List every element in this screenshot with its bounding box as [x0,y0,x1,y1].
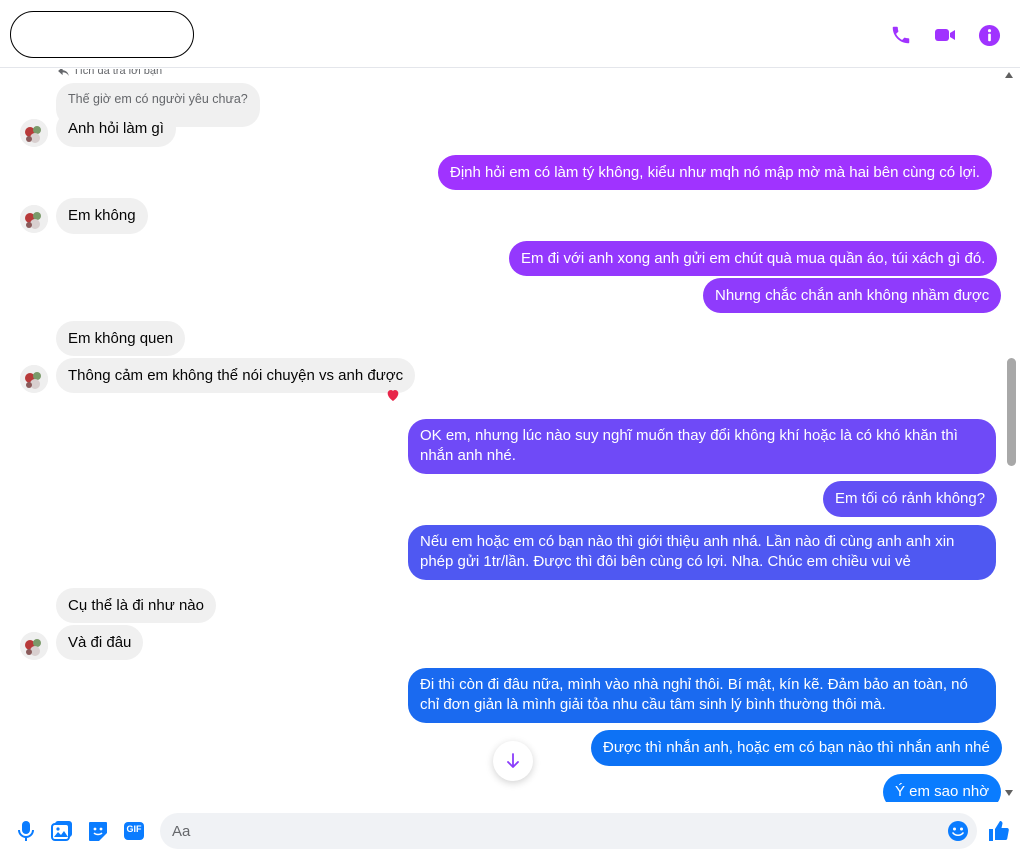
message-bubble-incoming[interactable]: Em không [56,198,148,234]
gif-icon[interactable]: GIF [123,820,145,842]
gif-label: GIF [126,824,142,834]
reply-arrow-icon [58,69,69,76]
scroll-to-bottom-button[interactable] [493,741,533,781]
message-bubble-incoming[interactable]: Em không quen [56,321,186,356]
avatar[interactable] [20,365,48,393]
image-icon[interactable] [51,820,73,842]
heart-reaction-icon[interactable] [385,387,401,403]
message-bubble-incoming[interactable]: Thông cảm em không thể nói chuyện vs anh… [56,358,416,393]
avatar[interactable] [20,205,48,233]
message-list[interactable]: Tích đã trả lời bạn Thế giờ em có người … [0,69,1004,802]
message-input-container[interactable] [160,813,977,849]
arrow-down-icon [507,753,519,768]
scroll-up-arrow-icon[interactable] [1005,72,1013,78]
microphone-icon[interactable] [15,820,37,842]
message-bubble-outgoing[interactable]: Ý em sao nhờ [883,774,1002,802]
scrollbar-thumb[interactable] [1007,358,1016,466]
sticker-icon[interactable] [87,820,109,842]
message-bubble-incoming[interactable]: Và đi đâu [56,625,144,660]
message-input[interactable] [172,813,932,849]
message-bubble-outgoing[interactable]: Em đi với anh xong anh gửi em chút quà m… [509,241,998,276]
like-icon[interactable] [987,819,1011,843]
reply-indicator: Tích đã trả lời bạn [58,69,162,77]
video-camera-icon[interactable] [933,23,957,47]
reply-note-text: Tích đã trả lời bạn [73,69,163,77]
scroll-down-arrow-icon[interactable] [1005,790,1013,796]
contact-name[interactable] [10,11,194,58]
message-bubble-outgoing[interactable]: Nhưng chắc chắn anh không nhầm được [703,278,1002,313]
message-bubble-outgoing[interactable]: Định hỏi em có làm tý không, kiểu như mq… [438,155,992,190]
avatar[interactable] [20,119,48,147]
avatar[interactable] [20,632,48,660]
message-bubble-outgoing[interactable]: Đi thì còn đi đâu nữa, mình vào nhà nghỉ… [408,668,996,723]
info-icon[interactable] [977,23,1001,47]
message-bubble-outgoing[interactable]: Em tối có rảnh không? [823,481,998,517]
phone-icon[interactable] [889,23,913,47]
emoji-icon[interactable] [947,820,969,842]
message-bubble-incoming[interactable]: Anh hỏi làm gì [56,111,176,147]
message-bubble-outgoing[interactable]: Được thì nhắn anh, hoặc em có bạn nào th… [591,730,1002,766]
message-bubble-outgoing[interactable]: Nếu em hoặc em có bạn nào thì giới thiệu… [408,525,996,580]
message-bubble-incoming[interactable]: Cụ thể là đi như nào [56,588,216,623]
conversation-header [0,0,1020,68]
message-bubble-outgoing[interactable]: OK em, nhưng lúc nào suy nghĩ muốn thay … [408,419,996,474]
